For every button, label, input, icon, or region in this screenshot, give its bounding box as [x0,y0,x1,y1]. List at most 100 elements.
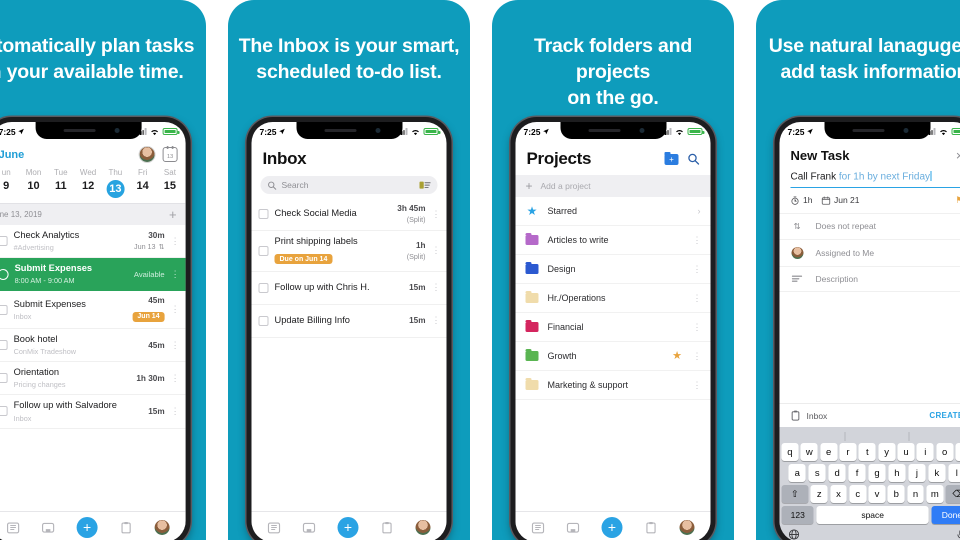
inbox-icon[interactable] [42,521,55,534]
task-row[interactable]: Submit Expenses Inbox 45m Jun 14 [0,291,186,330]
calendar-icon[interactable] [531,521,545,534]
add-task-fab[interactable]: + [601,516,623,538]
mic-icon[interactable] [957,529,960,540]
description-row[interactable]: Description [779,267,960,292]
calendar-day-selected[interactable]: 13 [102,180,129,198]
project-options-icon[interactable] [693,265,701,274]
project-options-icon[interactable] [693,294,701,303]
key-u[interactable]: u [897,443,915,461]
key-i[interactable]: i [916,443,934,461]
task-options-icon[interactable] [171,407,179,416]
key-q[interactable]: q [781,443,799,461]
key-m[interactable]: m [926,485,944,503]
project-options-icon[interactable] [693,381,701,390]
task-row[interactable]: Follow up with Chris H. 15m [251,272,447,305]
task-row[interactable]: Check Analytics #Advertising 30m Jun 13 … [0,225,186,259]
assignee-row[interactable]: Assigned to Me [779,240,960,267]
project-options-icon[interactable] [693,352,701,361]
task-checkbox[interactable] [258,282,269,293]
calendar-icon[interactable] [7,521,20,534]
search-icon[interactable] [688,153,700,165]
projects-icon[interactable] [645,521,658,534]
task-row[interactable]: Follow up with Salvadore Inbox 15m [0,395,186,429]
add-folder-icon[interactable]: + [664,151,679,165]
task-checkbox[interactable] [0,373,8,384]
projects-icon[interactable] [120,521,133,534]
add-task-fab[interactable]: + [76,516,98,538]
date-chip[interactable]: Jun 21 [821,195,860,205]
list-item[interactable]: ★ Starred › [515,197,711,226]
calendar-day[interactable]: 10 [20,180,47,198]
key-c[interactable]: c [849,485,867,503]
key-z[interactable]: z [810,485,828,503]
task-options-icon[interactable] [171,374,179,383]
calendar-day[interactable]: 15 [156,180,183,198]
task-options-icon[interactable] [432,283,440,292]
profile-avatar[interactable] [415,519,431,535]
add-task-fab[interactable]: + [337,516,359,538]
inbox-icon[interactable] [302,521,316,534]
calendar-day[interactable]: 11 [47,180,74,198]
task-row[interactable]: Update Billing Info 15m [251,305,447,338]
task-options-icon[interactable] [432,316,440,325]
space-key[interactable]: space [816,506,929,524]
key-r[interactable]: r [839,443,857,461]
task-options-icon[interactable] [171,237,179,246]
key-f[interactable]: f [848,464,866,482]
close-icon[interactable]: × [956,149,960,162]
key-v[interactable]: v [868,485,886,503]
task-row[interactable]: Check Social Media 3h 45m (Split) [251,198,447,231]
projects-icon[interactable] [381,521,394,534]
key-l[interactable]: l [948,464,960,482]
key-a[interactable]: a [788,464,806,482]
list-item[interactable]: Growth ★ [515,342,711,371]
calendar-day[interactable]: 9 [0,180,20,198]
key-n[interactable]: n [907,485,924,503]
profile-avatar[interactable] [154,519,170,535]
calendar-icon[interactable] [267,521,281,534]
task-row-active[interactable]: Submit Expenses 8:00 AM - 9:00 AM Availa… [0,258,186,292]
inbox-icon[interactable] [566,521,580,534]
search-bar[interactable]: Search [260,176,438,194]
list-item[interactable]: Marketing & support [515,371,711,400]
key-k[interactable]: k [928,464,946,482]
numbers-key[interactable]: 123 [781,506,814,524]
task-checkbox[interactable] [0,236,8,247]
key-g[interactable]: g [868,464,886,482]
task-options-icon[interactable] [432,246,440,255]
add-project-row[interactable]: + Add a project [515,175,711,197]
task-checkbox[interactable] [258,245,269,256]
key-d[interactable]: d [828,464,846,482]
task-checkbox[interactable] [0,268,9,280]
chevron-right-icon[interactable]: › [698,206,701,216]
priority-flag-icon[interactable]: ⚑ [955,195,960,206]
project-options-icon[interactable] [693,323,701,332]
task-checkbox[interactable] [258,315,269,326]
task-checkbox[interactable] [0,406,8,417]
task-row[interactable]: Print shipping labels Due on Jun 14 1h (… [251,231,447,272]
task-options-icon[interactable] [432,210,440,219]
duration-chip[interactable]: 1h [791,195,812,205]
key-j[interactable]: j [908,464,926,482]
key-w[interactable]: w [800,443,818,461]
shift-key[interactable]: ⇧ [781,485,809,503]
calendar-toggle-icon[interactable]: 13 [162,145,178,162]
task-options-icon[interactable] [171,270,179,279]
search-input[interactable]: Search [282,180,415,190]
task-checkbox[interactable] [0,304,8,315]
task-options-icon[interactable] [171,341,179,350]
key-o[interactable]: o [936,443,954,461]
key-b[interactable]: b [887,485,905,503]
project-options-icon[interactable] [693,236,701,245]
globe-icon[interactable] [788,528,800,540]
add-task-icon[interactable]: + [169,208,177,221]
repeat-row[interactable]: ⇅ Does not repeat [779,214,960,240]
task-row[interactable]: Orientation Pricing changes 1h 30m [0,362,186,396]
task-options-icon[interactable] [171,305,179,314]
key-p[interactable]: p [955,443,960,461]
list-item[interactable]: Financial [515,313,711,342]
target-list-label[interactable]: Inbox [807,411,828,421]
task-title-input[interactable]: Call Frank for 1h by next Friday [790,171,960,188]
key-s[interactable]: s [808,464,826,482]
key-x[interactable]: x [830,485,847,503]
